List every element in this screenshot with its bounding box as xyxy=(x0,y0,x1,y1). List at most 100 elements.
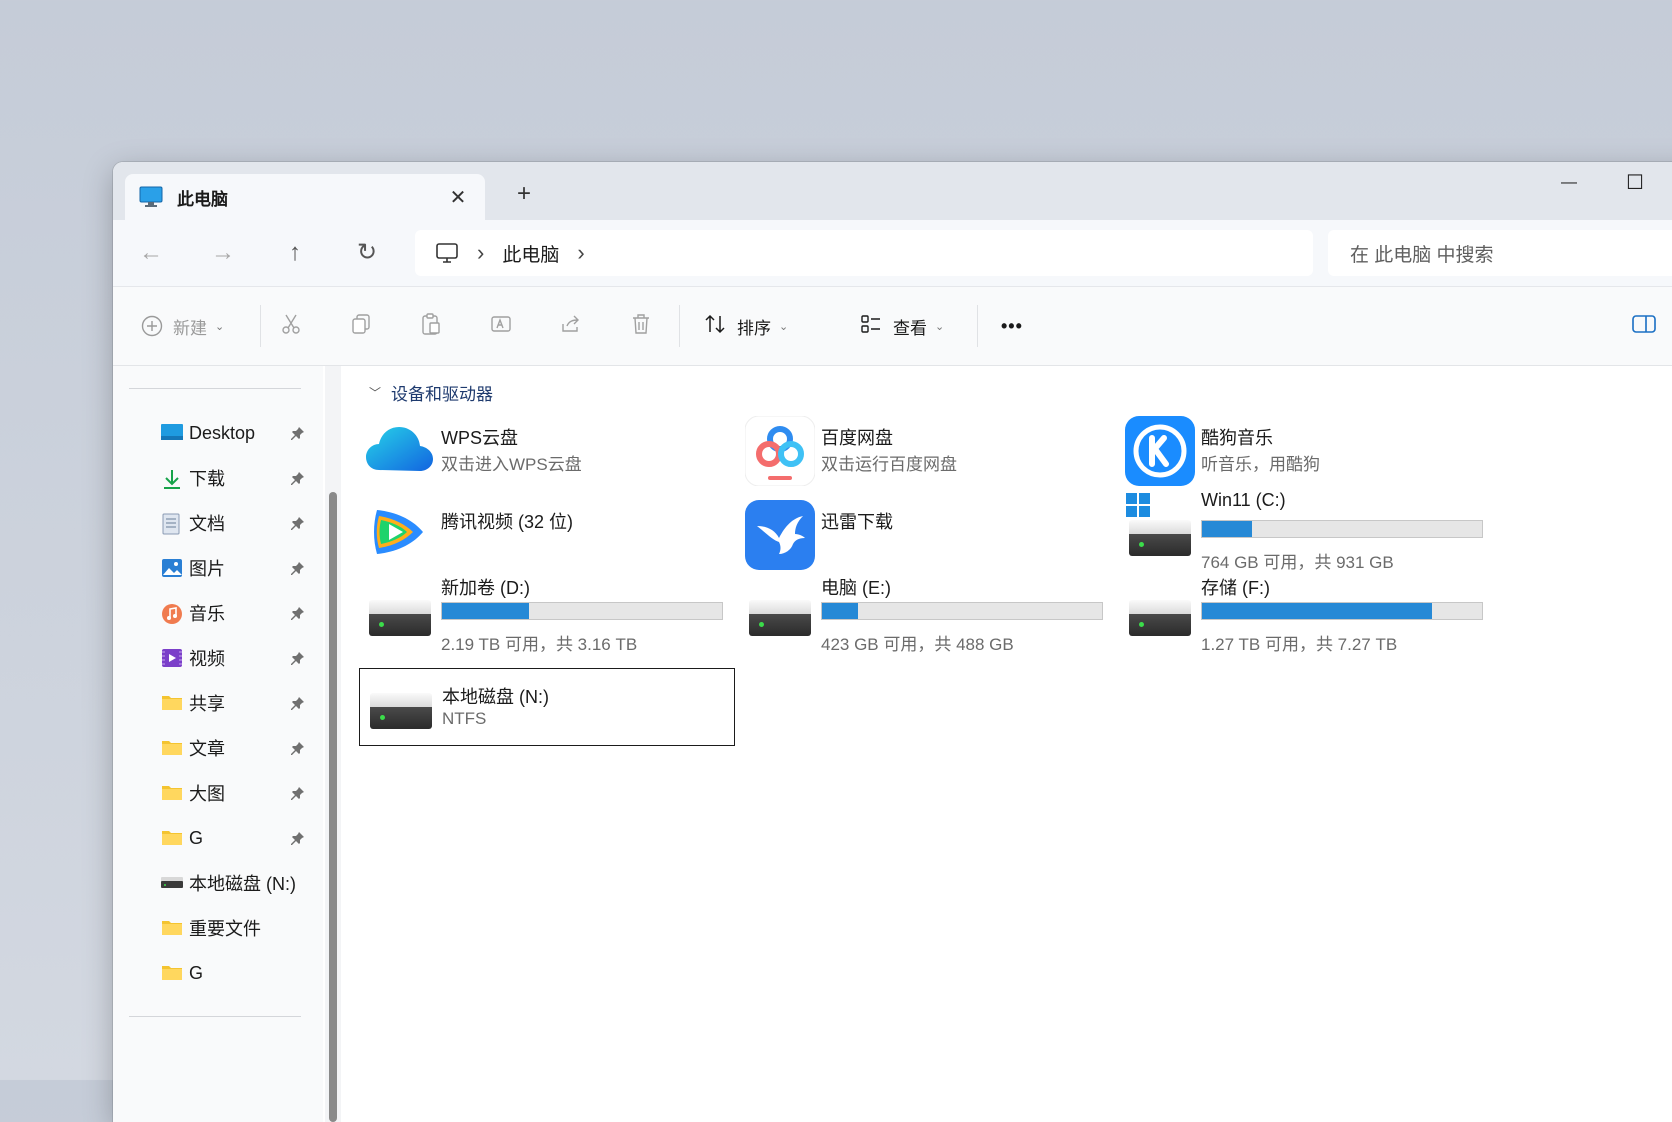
up-button[interactable]: ↑ xyxy=(277,235,313,271)
sidebar-item[interactable]: 重要文件 xyxy=(161,913,321,943)
section-header-devices[interactable]: ﹀ 设备和驱动器 xyxy=(369,380,493,405)
cut-button[interactable] xyxy=(279,310,303,342)
sidebar-item[interactable]: G xyxy=(161,958,321,988)
drive-tile-f[interactable]: 存储 (F:) 1.27 TB 可用，共 7.27 TB xyxy=(1119,572,1483,654)
title-bar: 此电脑 ✕ + — ☐ xyxy=(113,162,1672,220)
pin-icon[interactable] xyxy=(291,696,305,713)
windows-drive-icon xyxy=(1125,492,1191,558)
app-name: 腾讯视频 (32 位) xyxy=(441,512,574,532)
drive-tile-n[interactable]: 本地磁盘 (N:) NTFS xyxy=(359,668,735,746)
drive-usage-fill xyxy=(822,603,859,619)
app-description: 双击进入WPS云盘 xyxy=(441,455,582,474)
divider xyxy=(977,305,978,347)
kugou-music-icon xyxy=(1125,416,1195,486)
drive-tile-e[interactable]: 电脑 (E:) 423 GB 可用，共 488 GB xyxy=(739,572,1103,654)
minimize-button[interactable]: — xyxy=(1549,168,1589,198)
sidebar-item-label: G xyxy=(189,962,204,983)
nav-scrollbar-thumb[interactable] xyxy=(329,492,337,1122)
sidebar-item[interactable]: 本地磁盘 (N:) xyxy=(161,868,321,898)
chevron-down-icon: ⌄ xyxy=(935,320,945,333)
drive-icon xyxy=(365,576,431,642)
drive-free-space: 423 GB 可用，共 488 GB xyxy=(821,635,1014,654)
drive-name: Win11 (C:) xyxy=(1201,490,1286,510)
drive-usage-bar xyxy=(821,602,1103,620)
share-button[interactable] xyxy=(559,310,583,342)
drive-tile-c[interactable]: Win11 (C:) 764 GB 可用，共 931 GB xyxy=(1119,488,1483,572)
drive-free-space: 1.27 TB 可用，共 7.27 TB xyxy=(1201,635,1398,654)
drive-usage-fill xyxy=(442,603,529,619)
chevron-down-icon: ﹀ xyxy=(369,386,382,400)
sort-button[interactable]: 排序 ⌄ xyxy=(703,310,788,342)
breadcrumb-separator[interactable]: › xyxy=(577,240,584,266)
drive-usage-bar xyxy=(441,602,723,620)
drive-free-space: 764 GB 可用，共 931 GB xyxy=(1201,553,1394,572)
xunlei-icon xyxy=(745,500,815,570)
trash-icon xyxy=(629,312,653,341)
delete-button[interactable] xyxy=(629,310,653,342)
drive-name: 电脑 (E:) xyxy=(821,578,891,598)
pin-icon[interactable] xyxy=(291,786,305,803)
app-tile-baidu-netdisk[interactable]: 百度网盘 双击运行百度网盘 xyxy=(739,412,1095,487)
app-name: 迅雷下载 xyxy=(821,512,893,532)
chevron-down-icon: ⌄ xyxy=(215,320,225,333)
copy-icon xyxy=(349,312,373,341)
sidebar-item-label: 文章 xyxy=(189,739,225,759)
monitor-icon xyxy=(435,241,459,265)
drive-tile-d[interactable]: 新加卷 (D:) 2.19 TB 可用，共 3.16 TB xyxy=(359,572,723,654)
sidebar-item-label: Desktop xyxy=(189,422,256,443)
drive-icon xyxy=(366,673,432,739)
breadcrumb-this-pc[interactable]: 此电脑 xyxy=(502,240,559,267)
drive-usage-bar xyxy=(1201,520,1483,538)
pin-icon[interactable] xyxy=(291,516,305,533)
rename-button[interactable] xyxy=(489,310,513,342)
view-button[interactable]: 查看 ⌄ xyxy=(859,310,944,342)
refresh-button[interactable]: ↻ xyxy=(349,235,385,271)
back-button[interactable]: ← xyxy=(133,235,169,271)
search-input[interactable]: 在 此电脑 中搜索 xyxy=(1350,240,1494,267)
address-bar[interactable]: › 此电脑 › xyxy=(415,230,1313,276)
app-tile-xunlei[interactable]: 迅雷下载 xyxy=(739,496,1095,570)
download-icon xyxy=(161,468,183,489)
folder-icon xyxy=(161,738,183,758)
details-pane-button[interactable] xyxy=(1631,310,1657,342)
divider xyxy=(129,388,301,389)
sidebar-item-label: 下载 xyxy=(189,469,225,489)
music-icon xyxy=(161,603,183,624)
drive-name: 新加卷 (D:) xyxy=(441,578,530,598)
close-tab-icon[interactable]: ✕ xyxy=(443,185,473,210)
search-box[interactable]: 在 此电脑 中搜索 xyxy=(1328,230,1672,276)
app-tile-tencent-video[interactable]: 腾讯视频 (32 位) xyxy=(359,496,715,568)
view-label: 查看 xyxy=(893,318,927,338)
pin-icon[interactable] xyxy=(291,561,305,578)
sidebar-item-label: 音乐 xyxy=(189,604,225,624)
sort-icon xyxy=(703,312,727,341)
more-options-button[interactable]: ••• xyxy=(1001,310,1023,342)
pin-icon[interactable] xyxy=(291,741,305,758)
forward-button[interactable]: → xyxy=(205,235,241,271)
tab-this-pc[interactable]: 此电脑 ✕ xyxy=(125,174,485,220)
new-button[interactable]: 新建 ⌄ xyxy=(141,310,224,342)
maximize-button[interactable]: ☐ xyxy=(1615,168,1655,198)
tencent-video-icon xyxy=(365,500,431,566)
app-tile-kugou-music[interactable]: 酷狗音乐 听音乐，用酷狗 xyxy=(1119,412,1475,486)
pin-icon[interactable] xyxy=(291,471,305,488)
drive-free-space: 2.19 TB 可用，共 3.16 TB xyxy=(441,635,638,654)
new-label: 新建 xyxy=(173,318,207,338)
pin-icon[interactable] xyxy=(291,426,305,443)
sidebar-item-label: 共享 xyxy=(189,694,225,714)
paste-button[interactable] xyxy=(419,310,443,342)
app-name: 百度网盘 xyxy=(821,428,893,448)
new-tab-button[interactable]: + xyxy=(508,178,540,210)
sidebar-item-label: 视频 xyxy=(189,649,225,669)
pin-icon[interactable] xyxy=(291,606,305,623)
drive-icon xyxy=(1125,576,1191,642)
documents-icon xyxy=(161,513,183,535)
folder-icon xyxy=(161,963,183,983)
sidebar-item-label: 图片 xyxy=(189,559,225,579)
navigation-pane: Desktop 下载 文档 图片 音乐 视频 共享 文章 大图 G 本地磁盘 (N:) 重要文件 G xyxy=(113,366,323,1122)
pin-icon[interactable] xyxy=(291,831,305,848)
app-tile-wps-cloud[interactable]: WPS云盘 双击进入WPS云盘 xyxy=(359,412,715,484)
sidebar-item-label: 大图 xyxy=(189,784,225,804)
copy-button[interactable] xyxy=(349,310,373,342)
pin-icon[interactable] xyxy=(291,651,305,668)
